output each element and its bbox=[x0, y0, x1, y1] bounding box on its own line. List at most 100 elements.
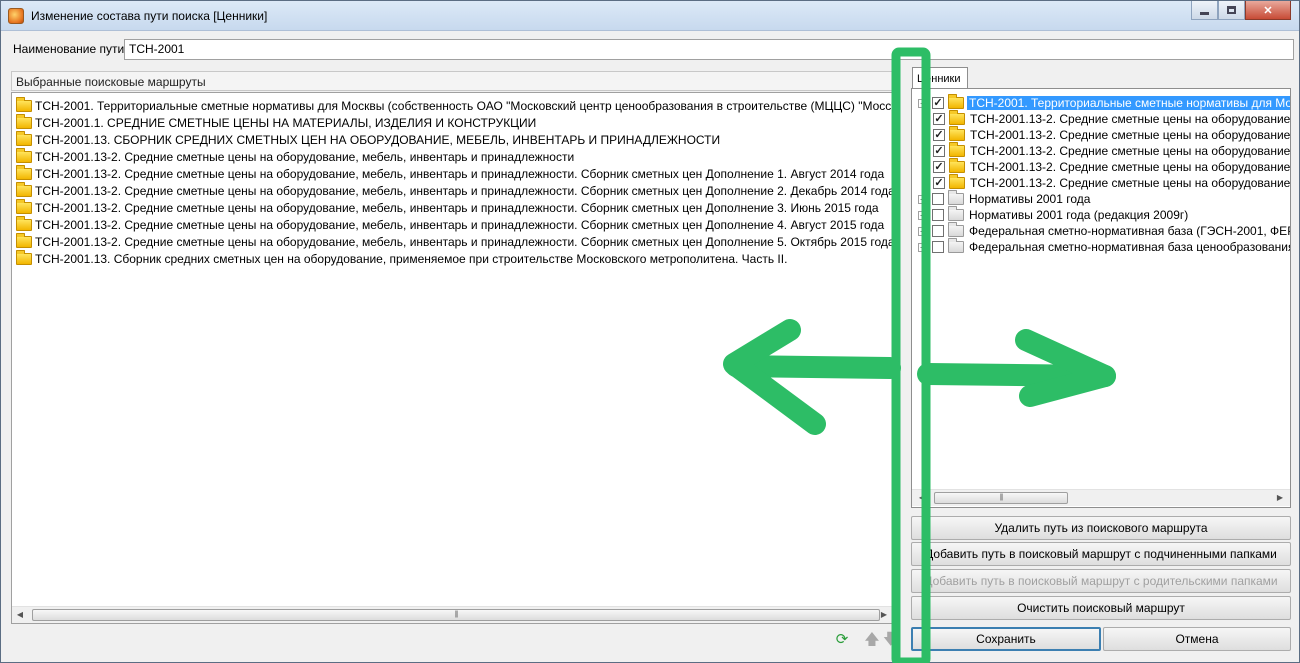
list-item-label: ТСН-2001. Территориальные сметные нормат… bbox=[35, 98, 893, 113]
maximize-icon bbox=[1227, 6, 1236, 14]
refresh-icon[interactable]: ⟳ bbox=[833, 631, 851, 649]
left-horizontal-scrollbar[interactable]: ◀ ||| ▶ bbox=[12, 606, 892, 623]
app-icon bbox=[8, 8, 24, 24]
dialog-window: Изменение состава пути поиска [Ценники] … bbox=[0, 0, 1300, 663]
minimize-icon bbox=[1200, 11, 1209, 15]
folder-icon bbox=[16, 249, 32, 265]
folder-icon bbox=[949, 126, 965, 141]
checkbox-unchecked[interactable] bbox=[932, 193, 944, 205]
list-item[interactable]: ТСН-2001.13-2. Средние сметные цены на о… bbox=[16, 181, 893, 199]
checkbox-unchecked[interactable] bbox=[932, 209, 944, 221]
list-item[interactable]: ТСН-2001.13. Сборник средних сметных цен… bbox=[16, 249, 788, 267]
tree-item-label: ТСН-2001.13-2. Средние сметные цены на о… bbox=[970, 176, 1291, 190]
expand-icon[interactable]: − bbox=[918, 98, 927, 108]
tab-tsenniki[interactable]: Ценники bbox=[912, 67, 968, 89]
folder-icon bbox=[16, 215, 32, 231]
scroll-left-icon[interactable]: ◀ bbox=[916, 493, 928, 502]
gray-folder-icon bbox=[948, 222, 964, 237]
checkbox-checked[interactable]: ✓ bbox=[933, 129, 945, 141]
expand-icon[interactable]: + bbox=[918, 242, 927, 252]
list-item[interactable]: ТСН-2001.13. СБОРНИК СРЕДНИХ СМЕТНЫХ ЦЕН… bbox=[16, 130, 721, 148]
tree-item-label: ТСН-2001. Территориальные сметные нормат… bbox=[967, 96, 1290, 110]
tree-item[interactable]: + Федеральная сметно-нормативная база (Г… bbox=[918, 222, 1291, 239]
tree-item-label: ТСН-2001.13-2. Средние сметные цены на о… bbox=[970, 160, 1291, 174]
list-item[interactable]: ТСН-2001.13-2. Средние сметные цены на о… bbox=[16, 215, 884, 233]
list-item-label: ТСН-2001.1. СРЕДНИЕ СМЕТНЫЕ ЦЕНЫ НА МАТЕ… bbox=[35, 115, 537, 130]
checkbox-unchecked[interactable] bbox=[932, 225, 944, 237]
add-path-with-parents-button[interactable]: Добавить путь в поисковый маршрут с роди… bbox=[911, 569, 1291, 593]
close-icon: ✕ bbox=[1263, 4, 1273, 17]
minimize-button[interactable] bbox=[1191, 1, 1218, 20]
move-up-icon[interactable]: 🡅 bbox=[863, 631, 881, 649]
open-folder-icon bbox=[948, 94, 964, 109]
list-item[interactable]: ТСН-2001. Территориальные сметные нормат… bbox=[16, 96, 893, 114]
save-button[interactable]: Сохранить bbox=[911, 627, 1101, 651]
scrollbar-thumb[interactable]: ||| bbox=[934, 492, 1068, 504]
list-item[interactable]: ТСН-2001.13-2. Средние сметные цены на о… bbox=[16, 198, 879, 216]
clear-route-button[interactable]: Очистить поисковый маршрут bbox=[911, 596, 1291, 620]
tree-item[interactable]: − ✓ ТСН-2001. Территориальные сметные но… bbox=[918, 94, 1290, 111]
folder-icon bbox=[16, 147, 32, 163]
expand-icon[interactable]: + bbox=[918, 194, 927, 204]
right-horizontal-scrollbar[interactable]: ◀ ||| ▶ bbox=[912, 489, 1290, 506]
tree-item[interactable]: + Федеральная сметно-нормативная база це… bbox=[918, 238, 1291, 255]
folder-icon bbox=[16, 198, 32, 214]
list-item-label: ТСН-2001.13-2. Средние сметные цены на о… bbox=[35, 183, 893, 198]
remove-path-button[interactable]: Удалить путь из поискового маршрута bbox=[911, 516, 1291, 540]
checkbox-checked[interactable]: ✓ bbox=[933, 177, 945, 189]
gray-folder-icon bbox=[948, 190, 964, 205]
checkbox-checked[interactable]: ✓ bbox=[933, 145, 945, 157]
tree-item[interactable]: + Нормативы 2001 года (редакция 2009г) bbox=[918, 206, 1190, 223]
checkbox-checked[interactable]: ✓ bbox=[933, 161, 945, 173]
move-down-icon[interactable]: 🡇 bbox=[883, 631, 893, 649]
scroll-left-icon[interactable]: ◀ bbox=[14, 610, 26, 619]
maximize-button[interactable] bbox=[1218, 1, 1245, 20]
list-item-label: ТСН-2001.13. Сборник средних сметных цен… bbox=[35, 251, 788, 266]
folder-icon bbox=[16, 164, 32, 180]
list-item-label: ТСН-2001.13-2. Средние сметные цены на о… bbox=[35, 166, 885, 181]
tree-item-label: Федеральная сметно-нормативная база (ГЭС… bbox=[969, 224, 1291, 238]
folder-icon bbox=[16, 181, 32, 197]
scroll-right-icon[interactable]: ▶ bbox=[1274, 493, 1286, 502]
checkbox-checked[interactable]: ✓ bbox=[932, 97, 944, 109]
folder-icon bbox=[16, 96, 32, 112]
scroll-right-icon[interactable]: ▶ bbox=[878, 610, 890, 619]
tree-item[interactable]: ✓ ТСН-2001.13-2. Средние сметные цены на… bbox=[933, 142, 1291, 159]
window-controls: ✕ bbox=[1191, 1, 1291, 21]
list-item[interactable]: ТСН-2001.13-2. Средние сметные цены на о… bbox=[16, 232, 892, 250]
list-item[interactable]: ТСН-2001.13-2. Средние сметные цены на о… bbox=[16, 147, 575, 165]
price-tree-panel[interactable]: − ✓ ТСН-2001. Территориальные сметные но… bbox=[911, 88, 1291, 508]
checkbox-checked[interactable]: ✓ bbox=[933, 113, 945, 125]
gray-folder-icon bbox=[948, 238, 964, 253]
folder-icon bbox=[949, 174, 965, 189]
tree-item-label: ТСН-2001.13-2. Средние сметные цены на о… bbox=[970, 144, 1291, 158]
tree-item[interactable]: ✓ ТСН-2001.13-2. Средние сметные цены на… bbox=[933, 126, 1291, 143]
folder-icon bbox=[16, 130, 32, 146]
list-item-label: ТСН-2001.13. СБОРНИК СРЕДНИХ СМЕТНЫХ ЦЕН… bbox=[35, 132, 721, 147]
left-toolbar: ⟳ 🡅 🡇 bbox=[11, 625, 893, 655]
gray-folder-icon bbox=[948, 206, 964, 221]
tree-item[interactable]: ✓ ТСН-2001.13-2. Средние сметные цены на… bbox=[933, 110, 1290, 127]
add-path-with-children-button[interactable]: Добавить путь в поисковый маршрут с подч… bbox=[911, 542, 1291, 566]
list-item[interactable]: ТСН-2001.13-2. Средние сметные цены на о… bbox=[16, 164, 885, 182]
path-name-input[interactable]: ТСН-2001 bbox=[124, 39, 1294, 60]
list-item[interactable]: ТСН-2001.1. СРЕДНИЕ СМЕТНЫЕ ЦЕНЫ НА МАТЕ… bbox=[16, 113, 537, 131]
tree-item-label: ТСН-2001.13-2. Средние сметные цены на о… bbox=[970, 128, 1291, 142]
close-button[interactable]: ✕ bbox=[1245, 1, 1291, 20]
cancel-button[interactable]: Отмена bbox=[1103, 627, 1291, 651]
title-bar[interactable]: Изменение состава пути поиска [Ценники] … bbox=[1, 1, 1299, 31]
selected-routes-header: Выбранные поисковые маршруты bbox=[11, 71, 893, 91]
expand-icon[interactable]: + bbox=[918, 210, 927, 220]
tree-item[interactable]: ✓ ТСН-2001.13-2. Средние сметные цены на… bbox=[933, 158, 1291, 175]
tree-item-label: Федеральная сметно-нормативная база цено… bbox=[969, 240, 1291, 254]
tree-item[interactable]: + Нормативы 2001 года bbox=[918, 190, 1092, 207]
scrollbar-thumb[interactable]: ||| bbox=[32, 609, 880, 621]
selected-routes-list[interactable]: ТСН-2001. Территориальные сметные нормат… bbox=[11, 92, 893, 624]
checkbox-unchecked[interactable] bbox=[932, 241, 944, 253]
tree-item[interactable]: ✓ ТСН-2001.13-2. Средние сметные цены на… bbox=[933, 174, 1291, 191]
expand-icon[interactable]: + bbox=[918, 226, 927, 236]
list-item-label: ТСН-2001.13-2. Средние сметные цены на о… bbox=[35, 200, 879, 215]
list-item-label: ТСН-2001.13-2. Средние сметные цены на о… bbox=[35, 149, 575, 164]
folder-icon bbox=[949, 158, 965, 173]
tree-item-label: Нормативы 2001 года bbox=[969, 192, 1091, 206]
